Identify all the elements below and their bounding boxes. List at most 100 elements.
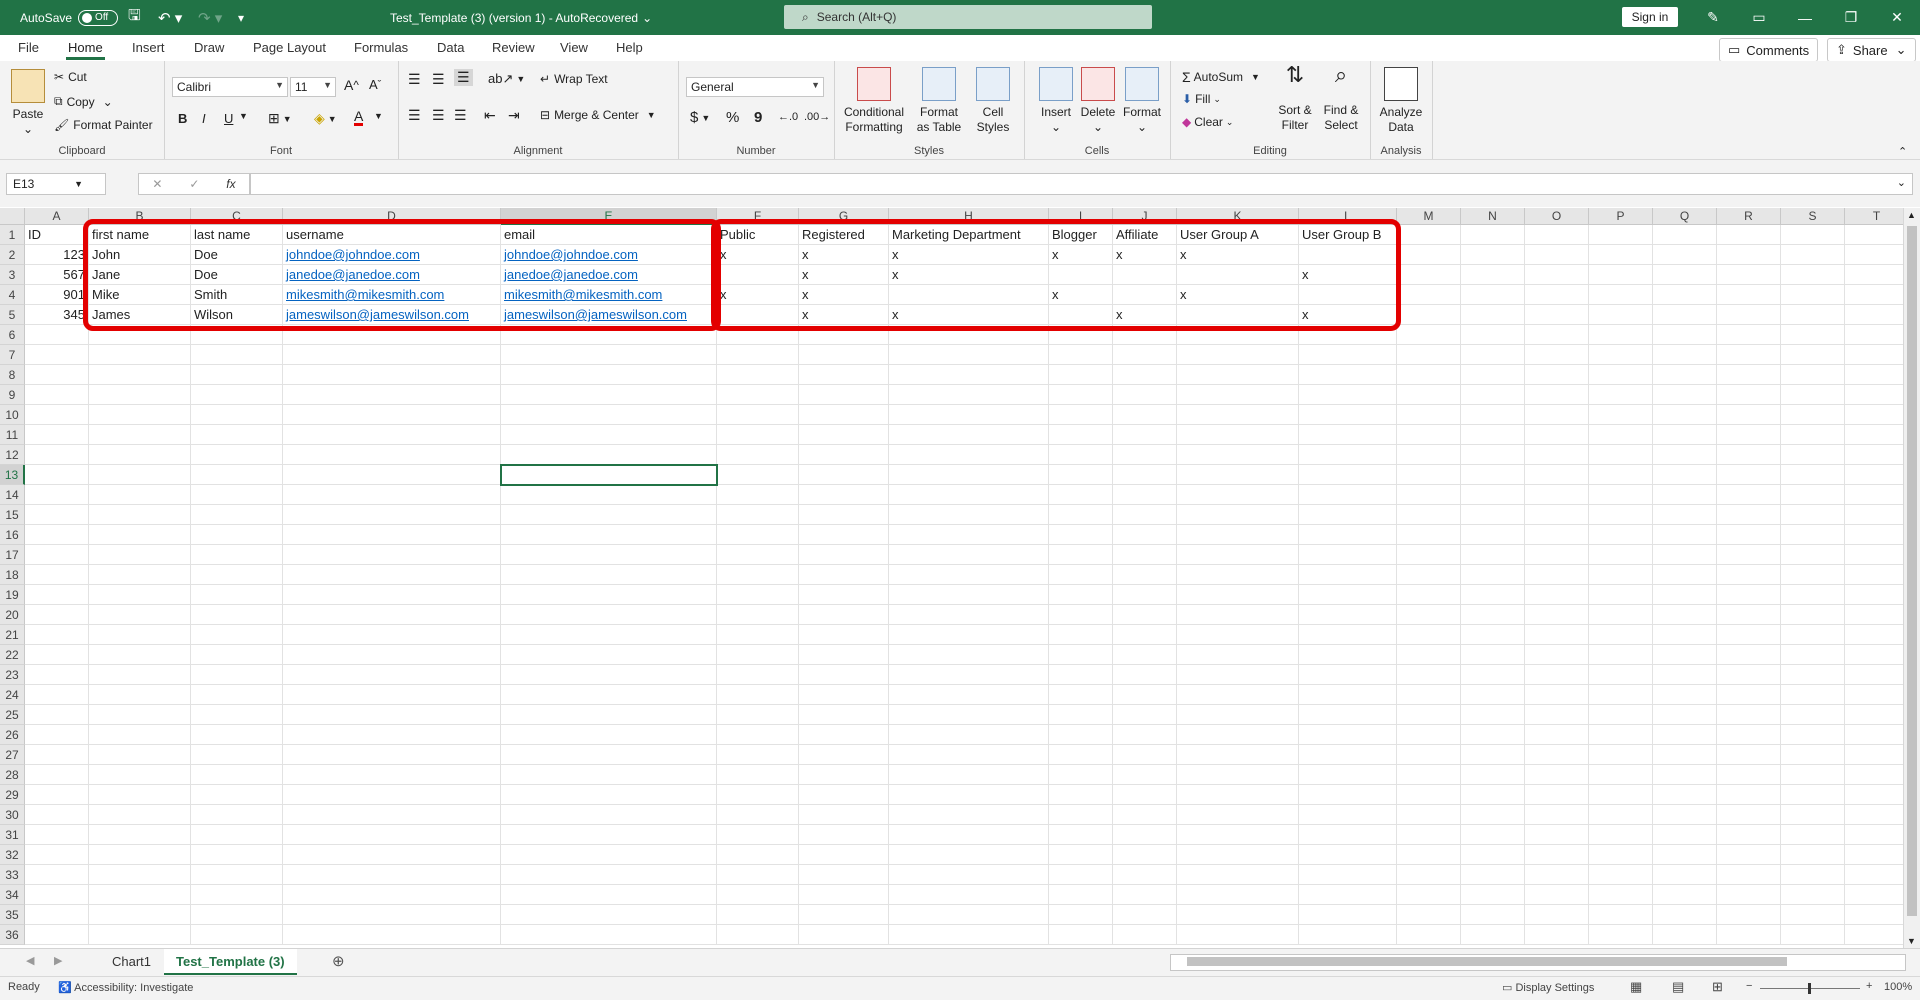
cell-d27[interactable] (283, 745, 501, 765)
cell-a23[interactable] (25, 665, 89, 685)
cell-l16[interactable] (1299, 525, 1397, 545)
cell-k25[interactable] (1177, 705, 1299, 725)
vertical-scrollbar[interactable]: ▲ ▼ (1903, 208, 1920, 948)
cell-d11[interactable] (283, 425, 501, 445)
cell-p15[interactable] (1589, 505, 1653, 525)
cell-a9[interactable] (25, 385, 89, 405)
cell-j18[interactable] (1113, 565, 1177, 585)
horizontal-scrollbar[interactable] (1170, 954, 1906, 971)
row-header[interactable]: 34 (0, 885, 25, 905)
cell-r1[interactable] (1717, 225, 1781, 245)
cell-i7[interactable] (1049, 345, 1113, 365)
cell-d15[interactable] (283, 505, 501, 525)
cell-c23[interactable] (191, 665, 283, 685)
cell-l8[interactable] (1299, 365, 1397, 385)
cell-i32[interactable] (1049, 845, 1113, 865)
cell-l27[interactable] (1299, 745, 1397, 765)
worksheet-grid[interactable]: A B C D E F G H I J K L M N O P Q R S T 1 ID first name last na… (0, 208, 1920, 948)
cell-a30[interactable] (25, 805, 89, 825)
cell-b21[interactable] (89, 625, 191, 645)
cell-p19[interactable] (1589, 585, 1653, 605)
cell-g30[interactable] (799, 805, 889, 825)
cell-p35[interactable] (1589, 905, 1653, 925)
cell-f29[interactable] (717, 785, 799, 805)
cell-i22[interactable] (1049, 645, 1113, 665)
cell-b34[interactable] (89, 885, 191, 905)
cell-d32[interactable] (283, 845, 501, 865)
cell-a6[interactable] (25, 325, 89, 345)
row-header[interactable]: 9 (0, 385, 25, 405)
cell-l23[interactable] (1299, 665, 1397, 685)
cell-g31[interactable] (799, 825, 889, 845)
cell-k27[interactable] (1177, 745, 1299, 765)
cell-t33[interactable] (1845, 865, 1909, 885)
cell-s5[interactable] (1781, 305, 1845, 325)
cell-p18[interactable] (1589, 565, 1653, 585)
cell-t21[interactable] (1845, 625, 1909, 645)
cell-a32[interactable] (25, 845, 89, 865)
cell-e30[interactable] (501, 805, 717, 825)
cell-n9[interactable] (1461, 385, 1525, 405)
cell-s34[interactable] (1781, 885, 1845, 905)
cell-e10[interactable] (501, 405, 717, 425)
column-header-r[interactable]: R (1717, 208, 1781, 225)
cell-t35[interactable] (1845, 905, 1909, 925)
share-button[interactable]: ⇪ Share ⌄ (1827, 38, 1916, 62)
row-header[interactable]: 28 (0, 765, 25, 785)
cell-j28[interactable] (1113, 765, 1177, 785)
cell-styles-button[interactable]: Cell Styles (970, 67, 1016, 135)
cell-b11[interactable] (89, 425, 191, 445)
cell-t18[interactable] (1845, 565, 1909, 585)
cell-m24[interactable] (1397, 685, 1461, 705)
cell-r36[interactable] (1717, 925, 1781, 945)
cell-g28[interactable] (799, 765, 889, 785)
zoom-slider-thumb[interactable] (1808, 983, 1811, 994)
undo-icon[interactable]: ↶ ▾ (158, 0, 182, 35)
cell-j33[interactable] (1113, 865, 1177, 885)
cell-f10[interactable] (717, 405, 799, 425)
cell-e29[interactable] (501, 785, 717, 805)
collapse-ribbon-icon[interactable]: ⌃ (1898, 145, 1907, 158)
cell-k33[interactable] (1177, 865, 1299, 885)
cell-l30[interactable] (1299, 805, 1397, 825)
cell-b18[interactable] (89, 565, 191, 585)
cell-t30[interactable] (1845, 805, 1909, 825)
cell-d21[interactable] (283, 625, 501, 645)
cell-j29[interactable] (1113, 785, 1177, 805)
cell-e15[interactable] (501, 505, 717, 525)
autosave[interactable]: AutoSave Off (20, 0, 119, 35)
accessibility-status[interactable]: ♿ Accessibility: Investigate (58, 981, 193, 994)
cell-o17[interactable] (1525, 545, 1589, 565)
cell-a28[interactable] (25, 765, 89, 785)
tab-help[interactable]: Help (616, 40, 643, 55)
cell-r22[interactable] (1717, 645, 1781, 665)
add-sheet-icon[interactable]: ⊕ (332, 952, 345, 970)
cell-i21[interactable] (1049, 625, 1113, 645)
cell-p14[interactable] (1589, 485, 1653, 505)
cell-p33[interactable] (1589, 865, 1653, 885)
cell-l10[interactable] (1299, 405, 1397, 425)
cell-m25[interactable] (1397, 705, 1461, 725)
cell-o4[interactable] (1525, 285, 1589, 305)
cell-a36[interactable] (25, 925, 89, 945)
cell-i25[interactable] (1049, 705, 1113, 725)
cell-c29[interactable] (191, 785, 283, 805)
cell-r5[interactable] (1717, 305, 1781, 325)
cell-d8[interactable] (283, 365, 501, 385)
cell-c24[interactable] (191, 685, 283, 705)
zoom-slider[interactable] (1760, 983, 1860, 994)
cell-k11[interactable] (1177, 425, 1299, 445)
wrap-text-button[interactable]: ↵ Wrap Text (540, 72, 608, 86)
cell-k12[interactable] (1177, 445, 1299, 465)
row-header[interactable]: 6 (0, 325, 25, 345)
cell-s13[interactable] (1781, 465, 1845, 485)
cell-l9[interactable] (1299, 385, 1397, 405)
cell-e34[interactable] (501, 885, 717, 905)
comments-button[interactable]: ▭ Comments (1719, 38, 1819, 62)
cell-s26[interactable] (1781, 725, 1845, 745)
cell-h7[interactable] (889, 345, 1049, 365)
cell-j19[interactable] (1113, 585, 1177, 605)
cell-f17[interactable] (717, 545, 799, 565)
cell-b14[interactable] (89, 485, 191, 505)
row-header[interactable]: 8 (0, 365, 25, 385)
